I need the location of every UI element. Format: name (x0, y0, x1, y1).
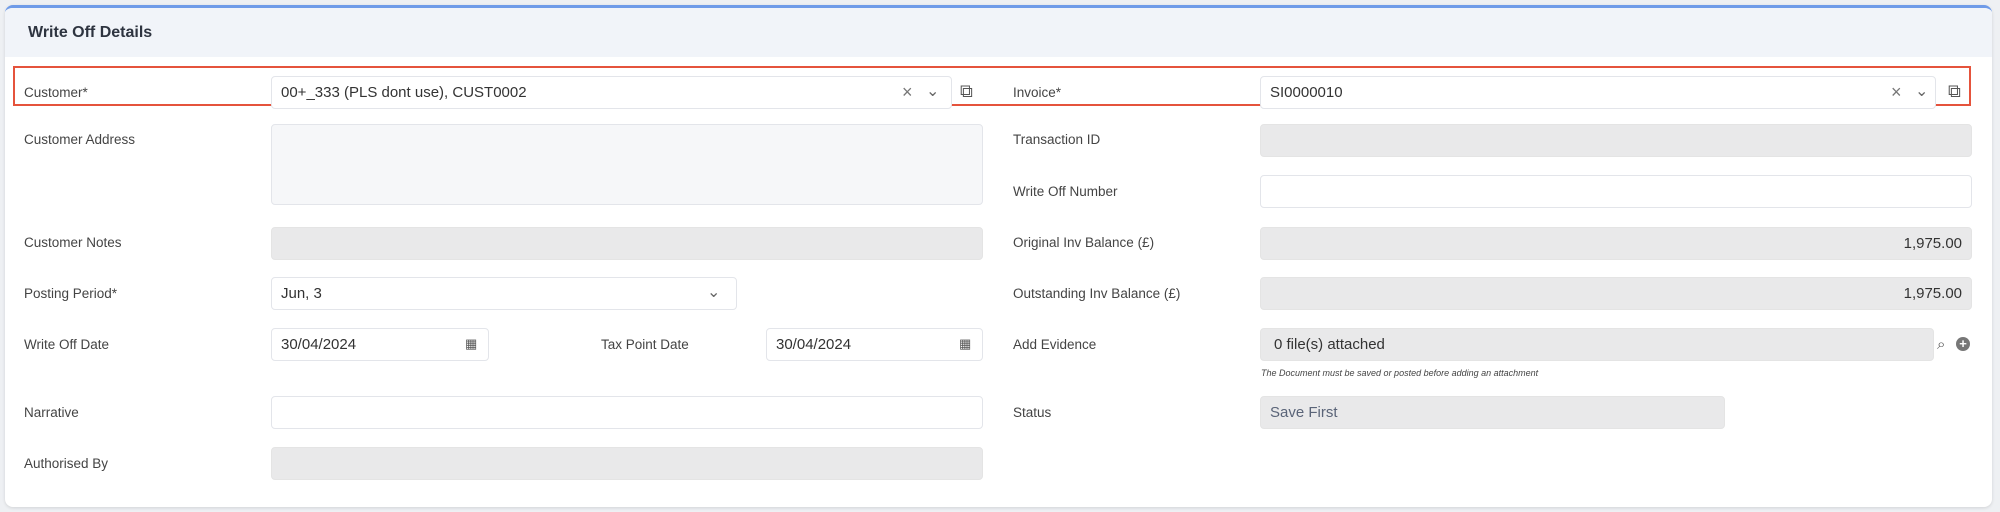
invoice-select[interactable]: SI0000010 (1260, 76, 1936, 109)
original-balance-field: 1,975.00 (1260, 227, 1972, 260)
narrative-label: Narrative (24, 405, 79, 420)
write-off-number-input[interactable] (1260, 175, 1972, 208)
write-off-date-value: 30/04/2024 (281, 336, 357, 353)
calendar-icon[interactable]: ▦ (959, 336, 971, 352)
outstanding-balance-label: Outstanding Inv Balance (£) (1013, 286, 1181, 301)
chevron-down-icon[interactable]: ⌄ (926, 84, 939, 100)
customer-value: 00+_333 (PLS dont use), CUST0002 (281, 84, 527, 101)
customer-notes-field (271, 227, 983, 260)
customer-address-label: Customer Address (24, 132, 136, 147)
external-link-icon[interactable]: ⧉ (1948, 82, 1961, 100)
evidence-field: 0 file(s) attached (1260, 328, 1934, 361)
tax-point-date-value: 30/04/2024 (776, 336, 852, 353)
customer-label: Customer* (24, 85, 88, 100)
add-evidence-label: Add Evidence (1013, 337, 1097, 352)
posting-period-select[interactable]: Jun, 3 (271, 277, 737, 310)
calendar-icon[interactable]: ▦ (465, 336, 477, 352)
add-icon[interactable]: + (1956, 337, 1970, 351)
narrative-input[interactable] (271, 396, 983, 429)
posting-period-value: Jun, 3 (281, 285, 322, 302)
customer-address-textarea[interactable] (271, 124, 983, 205)
original-balance-label: Original Inv Balance (£) (1013, 235, 1155, 250)
search-icon[interactable]: ⌕ (1937, 337, 1945, 353)
chevron-down-icon[interactable]: ⌄ (1915, 84, 1928, 100)
authorised-by-field (271, 447, 983, 480)
write-off-date-label: Write Off Date (24, 337, 110, 352)
invoice-value: SI0000010 (1270, 84, 1343, 101)
customer-notes-label: Customer Notes (24, 235, 122, 250)
panel-header: Write Off Details (5, 8, 1992, 57)
outstanding-balance-field: 1,975.00 (1260, 277, 1972, 310)
status-label: Status (1013, 405, 1052, 420)
attachment-hint: The Document must be saved or posted bef… (1261, 368, 1539, 378)
posting-period-label: Posting Period* (24, 286, 118, 301)
status-field: Save First (1260, 396, 1725, 429)
write-off-date-input[interactable]: 30/04/2024 (271, 328, 489, 361)
tax-point-date-label: Tax Point Date (601, 337, 689, 352)
authorised-by-label: Authorised By (24, 456, 109, 471)
panel-title: Write Off Details (28, 24, 153, 41)
transaction-id-label: Transaction ID (1013, 132, 1101, 147)
external-link-icon[interactable]: ⧉ (960, 82, 973, 100)
transaction-id-field (1260, 124, 1972, 157)
tax-point-date-input[interactable]: 30/04/2024 (766, 328, 983, 361)
customer-select[interactable]: 00+_333 (PLS dont use), CUST0002 (271, 76, 952, 109)
clear-icon[interactable]: × (902, 83, 913, 101)
chevron-down-icon[interactable]: ⌄ (707, 285, 720, 301)
invoice-label: Invoice* (1013, 85, 1062, 100)
clear-icon[interactable]: × (1891, 83, 1902, 101)
write-off-number-label: Write Off Number (1013, 184, 1118, 199)
